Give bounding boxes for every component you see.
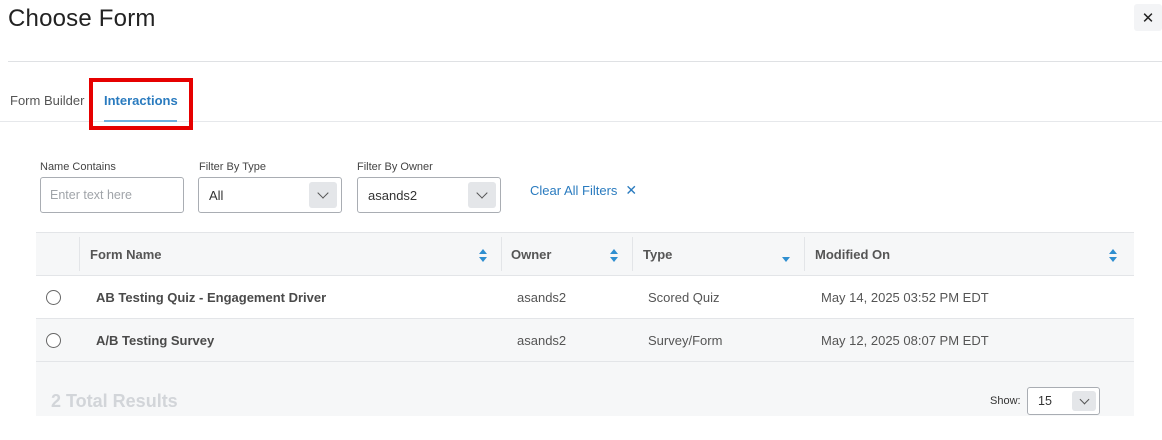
sort-icon[interactable] (479, 249, 488, 263)
form-name-cell: AB Testing Quiz - Engagement Driver (96, 290, 327, 305)
column-divider (804, 237, 805, 271)
table-row[interactable]: AB Testing Quiz - Engagement Driver asan… (36, 276, 1134, 319)
filter-type-select[interactable]: All (198, 177, 342, 213)
row-radio[interactable] (46, 290, 61, 305)
dialog-title: Choose Form (8, 5, 156, 32)
chevron-down-icon (309, 182, 337, 208)
row-radio[interactable] (46, 333, 61, 348)
modified-cell: May 14, 2025 03:52 PM EDT (821, 290, 989, 305)
column-header-modified-on[interactable]: Modified On (815, 247, 890, 262)
page-size-value: 15 (1038, 394, 1052, 408)
name-contains-label: Name Contains (40, 161, 116, 173)
forms-table: Form Name Owner Type Modified On AB Test… (36, 232, 1134, 416)
sort-icon[interactable] (1109, 249, 1118, 263)
page-size-select[interactable]: 15 (1027, 387, 1100, 415)
chevron-down-icon (468, 182, 496, 208)
close-icon: ✕ (625, 182, 638, 198)
form-name-cell: A/B Testing Survey (96, 333, 215, 348)
column-header-form-name[interactable]: Form Name (90, 247, 162, 262)
sort-icon[interactable] (610, 249, 619, 263)
name-contains-input[interactable] (40, 177, 184, 213)
tab-form-builder[interactable]: Form Builder (10, 93, 84, 108)
column-header-owner[interactable]: Owner (511, 247, 551, 262)
show-label: Show: (990, 395, 1021, 407)
filter-owner-label: Filter By Owner (357, 161, 433, 173)
table-footer: 2 Total Results Show: 15 (36, 362, 1134, 416)
close-button[interactable]: ✕ (1134, 4, 1162, 31)
owner-cell: asands2 (517, 290, 567, 305)
owner-cell: asands2 (517, 333, 567, 348)
total-results: 2 Total Results (51, 391, 178, 411)
filter-type-label: Filter By Type (199, 161, 267, 173)
sort-desc-icon[interactable] (782, 249, 791, 263)
filter-owner-value: asands2 (368, 188, 418, 203)
type-cell: Survey/Form (648, 333, 723, 348)
table-row[interactable]: A/B Testing Survey asands2 Survey/Form M… (36, 319, 1134, 362)
clear-all-filters-label: Clear All Filters (530, 183, 618, 198)
filter-owner-select[interactable]: asands2 (357, 177, 501, 213)
clear-all-filters-link[interactable]: Clear All Filters ✕ (530, 182, 637, 199)
column-header-type[interactable]: Type (643, 247, 672, 262)
table-header: Form Name Owner Type Modified On (36, 232, 1134, 276)
filter-type-value: All (209, 188, 224, 203)
column-divider (632, 237, 633, 271)
type-cell: Scored Quiz (648, 290, 720, 305)
column-divider (79, 237, 80, 271)
modified-cell: May 12, 2025 08:07 PM EDT (821, 333, 989, 348)
chevron-down-icon (1072, 391, 1096, 411)
column-divider (501, 237, 502, 271)
highlight-box (89, 78, 193, 130)
close-icon: ✕ (1141, 9, 1155, 27)
